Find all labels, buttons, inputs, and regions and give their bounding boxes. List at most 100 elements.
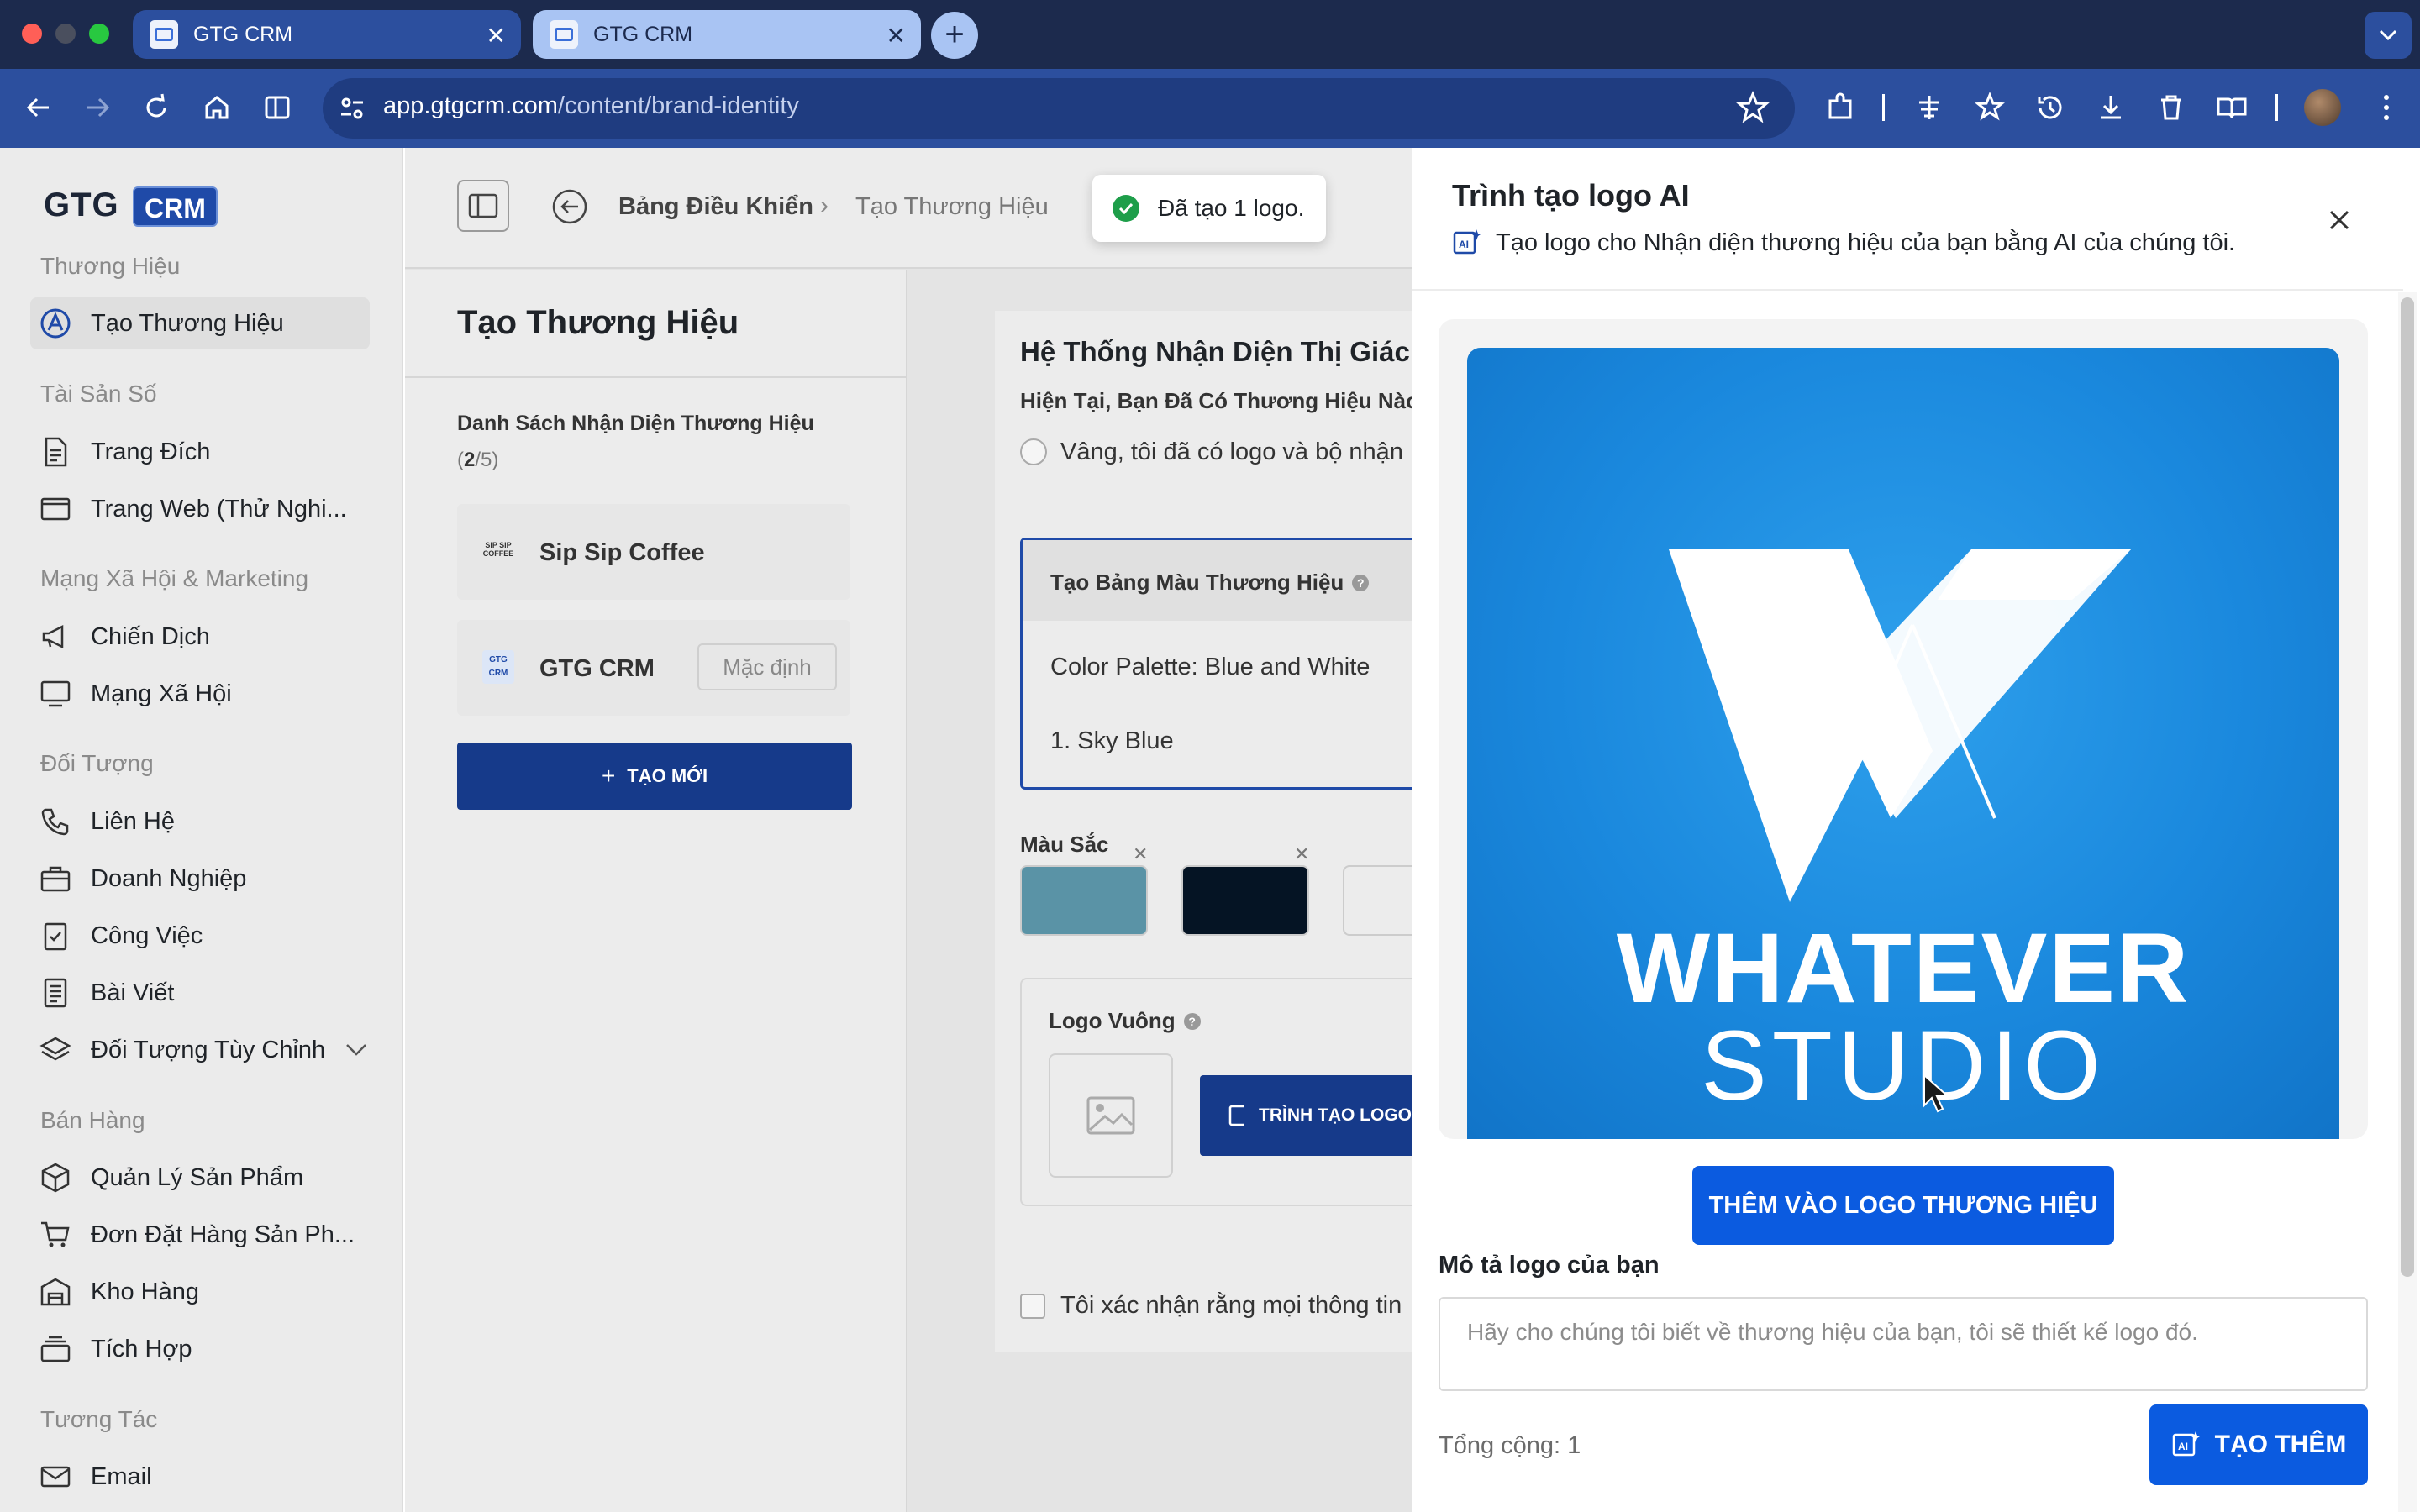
collapse-sidebar-button[interactable]	[457, 180, 509, 232]
sidebar-item-campaigns[interactable]: Chiến Dịch	[39, 620, 210, 654]
sidebar-item-social[interactable]: Mạng Xã Hội	[39, 677, 232, 711]
window-minimize-button[interactable]	[55, 24, 76, 44]
color-swatch[interactable]	[1020, 865, 1148, 936]
sidebar-item-custom-objects[interactable]: Đối Tượng Tùy Chỉnh	[39, 1033, 367, 1067]
toolbar-divider	[2275, 94, 2278, 121]
sidebar-item-articles[interactable]: Bài Viết	[39, 976, 174, 1010]
more-menu-icon[interactable]	[2370, 91, 2403, 124]
sidebar-item-warehouse[interactable]: Kho Hàng	[39, 1275, 199, 1309]
brand-name: Sip Sip Coffee	[539, 539, 705, 566]
sidebar-toggle-icon[interactable]	[262, 92, 292, 123]
bookmark-star-icon[interactable]	[1736, 91, 1770, 124]
has-logo-radio[interactable]	[1020, 438, 1047, 465]
tab-list-button[interactable]	[2365, 12, 2412, 59]
sidebar-section-label: Tương Tác	[40, 1406, 158, 1432]
browser-tab-2[interactable]: GTG CRM ✕	[533, 10, 921, 59]
reload-icon[interactable]	[141, 92, 171, 123]
close-icon[interactable]	[2324, 205, 2354, 235]
radio-label: Vâng, tôi đã có logo và bộ nhận	[1060, 438, 1403, 465]
sidebar-item-landing-page[interactable]: Trang Đích	[39, 435, 210, 469]
palette-title-text: Tạo Bảng Màu Thương Hiệu	[1050, 570, 1344, 595]
color-swatch[interactable]	[1343, 865, 1412, 936]
document-icon	[39, 435, 72, 469]
ai-sparkle-icon: AI	[2172, 1431, 2200, 1457]
back-arrow-icon[interactable]	[551, 188, 588, 225]
palette-line: Color Palette: Blue and White	[1050, 654, 1370, 680]
favicon-icon	[550, 20, 578, 49]
back-icon[interactable]	[24, 92, 54, 123]
extensions-icon[interactable]	[1823, 91, 1857, 124]
breadcrumb-home[interactable]: Bảng Điều Khiển	[618, 193, 813, 221]
drawer-title: Trình tạo logo AI	[1452, 178, 1690, 213]
window-close-button[interactable]	[22, 24, 42, 44]
browser-window-icon	[39, 492, 72, 526]
remove-swatch-icon[interactable]: ✕	[1133, 843, 1148, 865]
generated-logo-image[interactable]: WHATEVER STUDIO	[1467, 348, 2339, 1139]
confirm-label: Tôi xác nhận rằng mọi thông tin	[1060, 1292, 1402, 1319]
create-new-brand-button[interactable]: + TẠO MỚI	[457, 743, 852, 810]
tab-close-icon[interactable]: ✕	[886, 22, 906, 50]
sidebar-item-label: Kho Hàng	[91, 1278, 199, 1305]
url-text[interactable]: app.gtgcrm.com/content/brand-identity	[383, 92, 799, 120]
sidebar-item-label: Quản Lý Sản Phẩm	[91, 1163, 304, 1191]
generate-more-button[interactable]: AI TẠO THÊM	[2149, 1404, 2368, 1485]
forward-icon[interactable]	[82, 92, 113, 123]
sidebar-item-integrations[interactable]: Tích Hợp	[39, 1332, 192, 1366]
site-info-icon[interactable]	[338, 94, 366, 123]
sidebar-item-label: Doanh Nghiệp	[91, 864, 247, 892]
sidebar-item-email[interactable]: Email	[39, 1460, 152, 1494]
app-logo-text: GTG	[44, 186, 119, 223]
color-swatch[interactable]	[1181, 865, 1309, 936]
app-logo-badge: CRM	[133, 186, 218, 227]
new-tab-button[interactable]: +	[931, 12, 978, 59]
logo-label: Logo Vuông?	[1049, 1008, 1201, 1034]
browser-tab-1[interactable]: GTG CRM ✕	[133, 10, 521, 59]
home-icon[interactable]	[202, 92, 232, 123]
warehouse-icon	[39, 1275, 72, 1309]
mail-icon	[39, 1460, 72, 1494]
sidebar-item-products[interactable]: Quản Lý Sản Phẩm	[39, 1161, 303, 1194]
remove-swatch-icon[interactable]: ✕	[1294, 843, 1309, 865]
description-textarea[interactable]: Hãy cho chúng tôi biết về thương hiệu củ…	[1439, 1297, 2368, 1391]
logo-placeholder[interactable]	[1049, 1053, 1173, 1178]
sidebar-item-label: Công Việc	[91, 921, 203, 949]
logo-generator-button[interactable]: TRÌNH TẠO LOGO	[1200, 1075, 1412, 1156]
performance-icon[interactable]	[1912, 91, 1946, 124]
ai-sparkle-icon: AI	[1453, 229, 1481, 255]
button-label: TẠO THÊM	[2214, 1431, 2347, 1458]
url-path: /content/brand-identity	[557, 92, 799, 119]
logo-text-line2: STUDIO	[1701, 1011, 2106, 1121]
window-zoom-button[interactable]	[89, 24, 109, 44]
sidebar-item-label: Mạng Xã Hội	[91, 680, 232, 707]
count-total: /5)	[475, 449, 499, 471]
sidebar-item-label: Tạo Thương Hiệu	[91, 309, 284, 337]
trash-icon[interactable]	[2154, 91, 2188, 124]
sidebar-section-label: Tài Sản Số	[40, 381, 157, 407]
sidebar-item-label: Email	[91, 1462, 152, 1490]
drawer-subtitle-text: Tạo logo cho Nhận diện thương hiệu của b…	[1496, 228, 2236, 256]
sidebar-section-label: Đối Tượng	[40, 750, 154, 776]
tab-close-icon[interactable]: ✕	[487, 22, 506, 50]
sidebar-item-website[interactable]: Trang Web (Thử Nghi...	[39, 492, 347, 526]
drawer-scrollbar-thumb[interactable]	[2401, 297, 2414, 1277]
sidebar-item-label: Chiến Dịch	[91, 622, 210, 650]
download-icon[interactable]	[2094, 91, 2128, 124]
reading-view-icon[interactable]	[2215, 91, 2249, 124]
profile-avatar[interactable]	[2304, 89, 2341, 126]
sidebar-item-companies[interactable]: Doanh Nghiệp	[39, 862, 246, 895]
url-domain: app.gtgcrm.com	[383, 92, 558, 119]
info-icon: ?	[1183, 1012, 1201, 1030]
layers-icon	[39, 1033, 72, 1067]
sidebar-item-orders[interactable]: Đơn Đặt Hàng Sản Ph...	[39, 1218, 355, 1252]
mouse-cursor-icon	[1923, 1074, 1950, 1113]
sidebar-item-contacts[interactable]: Liên Hệ	[39, 805, 175, 838]
add-to-brand-logo-button[interactable]: THÊM VÀO LOGO THƯƠNG HIỆU	[1692, 1166, 2114, 1245]
sidebar-item-tasks[interactable]: Công Việc	[39, 919, 203, 953]
favorites-icon[interactable]	[1973, 91, 2007, 124]
success-toast: Đã tạo 1 logo.	[1092, 175, 1326, 242]
confirm-checkbox[interactable]	[1020, 1294, 1045, 1319]
history-icon[interactable]	[2033, 91, 2067, 124]
breadcrumb-current: Tạo Thương Hiệu	[855, 193, 1049, 220]
plus-icon: +	[601, 763, 616, 789]
sidebar-item-create-brand[interactable]: Tạo Thương Hiệu	[39, 307, 284, 340]
